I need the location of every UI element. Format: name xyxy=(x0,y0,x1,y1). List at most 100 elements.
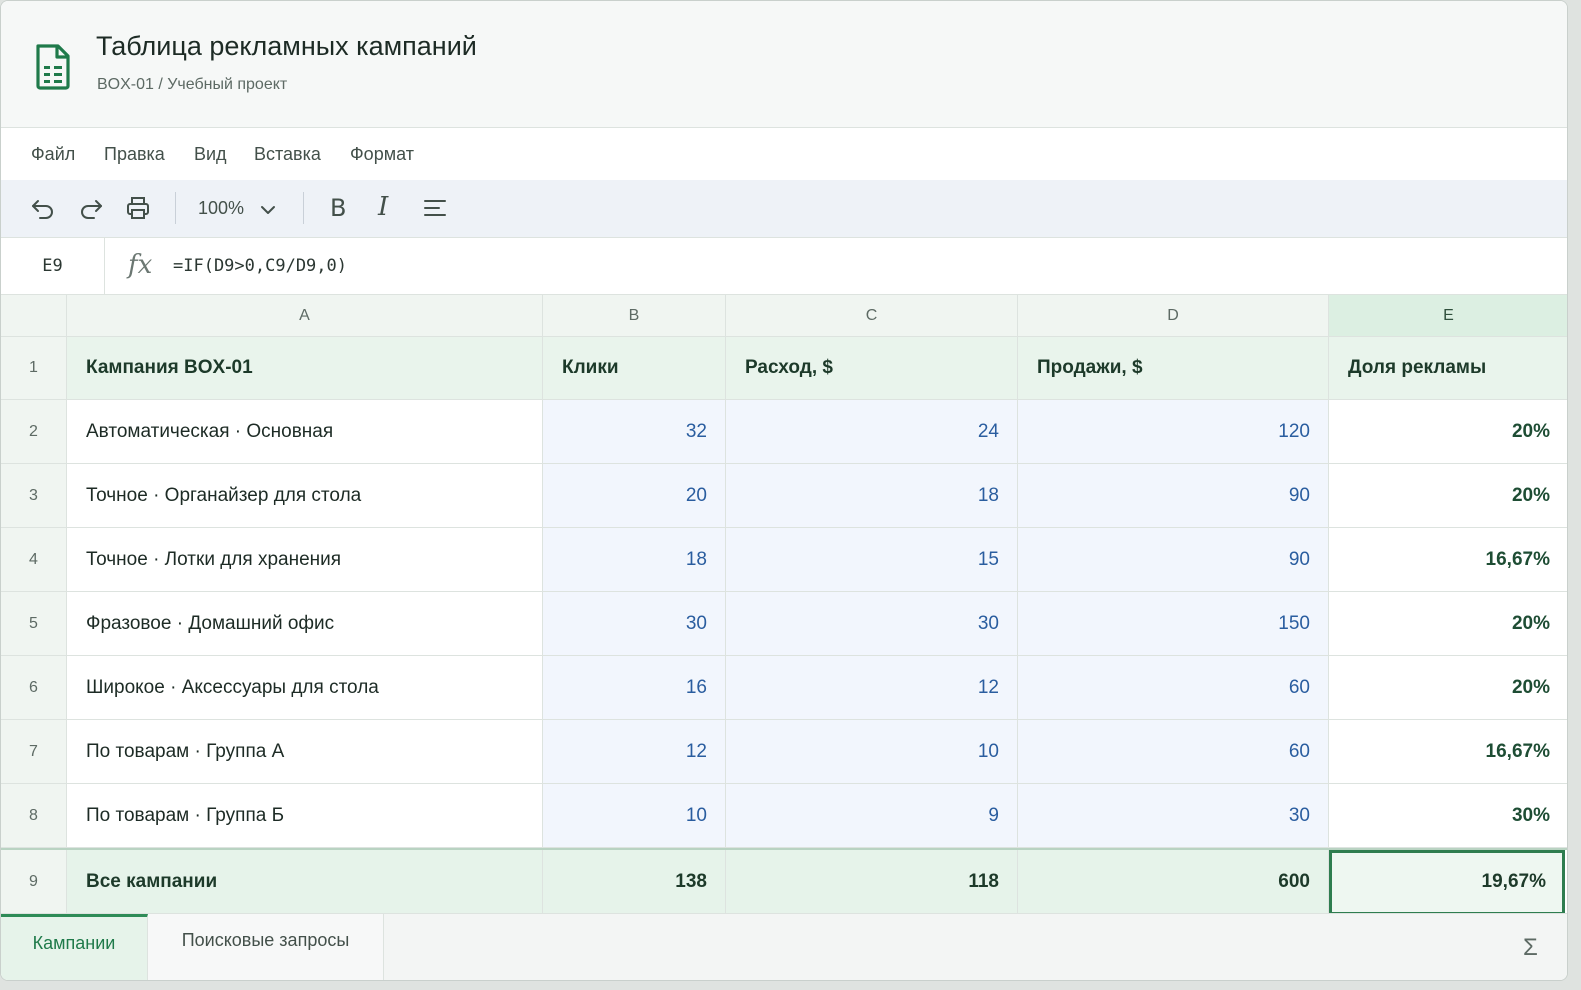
ad-share-cell[interactable]: 20% xyxy=(1329,464,1567,528)
totals-clicks-cell[interactable]: 138 xyxy=(543,850,726,915)
totals-spend-cell[interactable]: 118 xyxy=(726,850,1018,915)
campaign-name-cell[interactable]: Точное · Органайзер для стола xyxy=(67,464,543,528)
table-row: 5 Фразовое · Домашний офис 30 30 150 20% xyxy=(1,592,1567,656)
row-number[interactable]: 7 xyxy=(1,720,67,784)
sales-cell[interactable]: 120 xyxy=(1018,400,1329,464)
ad-share-cell[interactable]: 20% xyxy=(1329,656,1567,720)
clicks-cell[interactable]: 18 xyxy=(543,528,726,592)
print-button[interactable] xyxy=(125,195,151,221)
spend-cell[interactable]: 18 xyxy=(726,464,1018,528)
campaign-name-cell[interactable]: Широкое · Аксессуары для стола xyxy=(67,656,543,720)
campaign-name-cell[interactable]: По товарам · Группа Б xyxy=(67,784,543,848)
spend-cell[interactable]: 10 xyxy=(726,720,1018,784)
totals-sales-cell[interactable]: 600 xyxy=(1018,850,1329,915)
chevron-down-icon[interactable] xyxy=(259,201,277,219)
undo-icon xyxy=(32,200,53,219)
select-all-corner[interactable] xyxy=(1,295,67,337)
table-row: 3 Точное · Органайзер для стола 20 18 90 20% xyxy=(1,464,1567,528)
totals-row: 9 Все кампании 138 118 600 19,67% xyxy=(1,848,1567,915)
spend-cell[interactable]: 12 xyxy=(726,656,1018,720)
clicks-cell[interactable]: 20 xyxy=(543,464,726,528)
campaign-name-cell[interactable]: Автоматическая · Основная xyxy=(67,400,543,464)
clicks-cell[interactable]: 32 xyxy=(543,400,726,464)
menu-view[interactable]: Вид xyxy=(194,144,227,165)
ad-share-cell[interactable]: 16,67% xyxy=(1329,528,1567,592)
campaign-name-cell[interactable]: Точное · Лотки для хранения xyxy=(67,528,543,592)
row-number[interactable]: 2 xyxy=(1,400,67,464)
row-number[interactable]: 6 xyxy=(1,656,67,720)
campaign-name-cell[interactable]: Фразовое · Домашний офис xyxy=(67,592,543,656)
totals-share-cell-selected[interactable]: 19,67% xyxy=(1329,850,1565,915)
clicks-cell[interactable]: 30 xyxy=(543,592,726,656)
spend-cell[interactable]: 24 xyxy=(726,400,1018,464)
totals-name-cell[interactable]: Все кампании xyxy=(67,850,543,915)
zoom-select[interactable]: 100% xyxy=(198,198,244,219)
column-header-e[interactable]: E xyxy=(1329,295,1567,337)
campaign-name-cell[interactable]: По товарам · Группа А xyxy=(67,720,543,784)
title-bar: Таблица рекламных кампаний BOX-01 / Учеб… xyxy=(1,1,1567,128)
sales-cell[interactable]: 90 xyxy=(1018,464,1329,528)
tab-campaigns[interactable]: Кампании xyxy=(1,914,148,980)
table-row: 7 По товарам · Группа А 12 10 60 16,67% xyxy=(1,720,1567,784)
spreadsheet-window: Таблица рекламных кампаний BOX-01 / Учеб… xyxy=(0,0,1568,981)
menu-format[interactable]: Формат xyxy=(350,144,414,165)
toolbar-divider xyxy=(303,192,304,224)
formula-bar: E9 fx =IF(D9>0,C9/D9,0) xyxy=(1,238,1567,295)
menu-insert[interactable]: Вставка xyxy=(254,144,321,165)
ad-share-cell[interactable]: 20% xyxy=(1329,592,1567,656)
row-number[interactable]: 3 xyxy=(1,464,67,528)
table-header-row: 1 Кампания BOX-01 Клики Расход, $ Продаж… xyxy=(1,337,1567,400)
column-header-b[interactable]: B xyxy=(543,295,726,337)
align-button[interactable] xyxy=(422,195,448,221)
column-header-d[interactable]: D xyxy=(1018,295,1329,337)
spend-cell[interactable]: 30 xyxy=(726,592,1018,656)
column-header-row: A B C D E xyxy=(1,295,1567,337)
menu-bar: Файл Правка Вид Вставка Формат xyxy=(1,128,1567,180)
header-campaign[interactable]: Кампания BOX-01 xyxy=(67,337,543,400)
menu-edit[interactable]: Правка xyxy=(104,144,165,165)
sum-icon[interactable]: Σ xyxy=(1523,934,1538,962)
menu-file[interactable]: Файл xyxy=(31,144,75,165)
sales-cell[interactable]: 60 xyxy=(1018,720,1329,784)
sales-cell[interactable]: 30 xyxy=(1018,784,1329,848)
ad-share-cell[interactable]: 20% xyxy=(1329,400,1567,464)
header-clicks[interactable]: Клики xyxy=(543,337,726,400)
table-row: 6 Широкое · Аксессуары для стола 16 12 60 20% xyxy=(1,656,1567,720)
ad-share-cell[interactable]: 30% xyxy=(1329,784,1567,848)
header-ad-share[interactable]: Доля рекламы xyxy=(1329,337,1567,400)
row-number[interactable]: 5 xyxy=(1,592,67,656)
row-number[interactable]: 9 xyxy=(1,850,67,915)
row-number[interactable]: 4 xyxy=(1,528,67,592)
table-row: 8 По товарам · Группа Б 10 9 30 30% xyxy=(1,784,1567,848)
spend-cell[interactable]: 9 xyxy=(726,784,1018,848)
bold-button[interactable]: B xyxy=(330,194,346,222)
spend-cell[interactable]: 15 xyxy=(726,528,1018,592)
align-left-icon xyxy=(424,200,446,216)
sales-cell[interactable]: 60 xyxy=(1018,656,1329,720)
italic-button[interactable]: I xyxy=(378,192,388,222)
print-icon xyxy=(127,197,149,219)
clicks-cell[interactable]: 10 xyxy=(543,784,726,848)
tab-search-terms[interactable]: Поисковые запросы xyxy=(148,914,384,980)
document-title[interactable]: Таблица рекламных кампаний xyxy=(96,31,477,62)
toolbar: 100% B I xyxy=(1,180,1567,238)
document-path: BOX-01 / Учебный проект xyxy=(97,76,288,93)
sales-cell[interactable]: 150 xyxy=(1018,592,1329,656)
header-spend[interactable]: Расход, $ xyxy=(726,337,1018,400)
redo-button[interactable] xyxy=(78,195,104,221)
cell-reference-box[interactable]: E9 xyxy=(1,238,105,294)
undo-button[interactable] xyxy=(30,195,56,221)
formula-input[interactable]: =IF(D9>0,C9/D9,0) xyxy=(173,256,347,276)
sales-cell[interactable]: 90 xyxy=(1018,528,1329,592)
spreadsheet-document-icon xyxy=(36,44,70,90)
column-header-c[interactable]: C xyxy=(726,295,1018,337)
column-header-a[interactable]: A xyxy=(67,295,543,337)
header-sales[interactable]: Продажи, $ xyxy=(1018,337,1329,400)
redo-icon xyxy=(81,200,102,219)
ad-share-cell[interactable]: 16,67% xyxy=(1329,720,1567,784)
row-number[interactable]: 1 xyxy=(1,337,67,400)
table-row: 2 Автоматическая · Основная 32 24 120 20% xyxy=(1,400,1567,464)
clicks-cell[interactable]: 16 xyxy=(543,656,726,720)
row-number[interactable]: 8 xyxy=(1,784,67,848)
clicks-cell[interactable]: 12 xyxy=(543,720,726,784)
